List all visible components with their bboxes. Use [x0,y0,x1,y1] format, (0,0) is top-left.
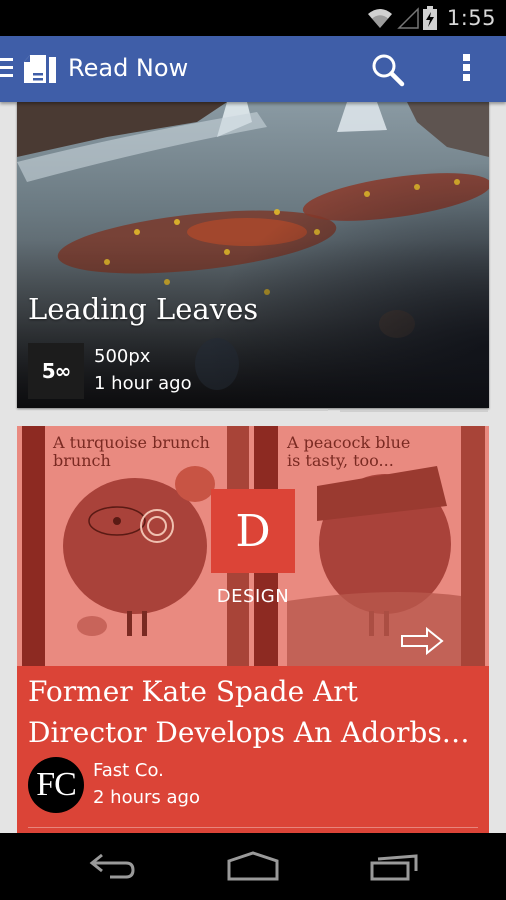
card-stack-edge [340,410,488,412]
screen: 1:55 Read Now Leading Leaves 5∞ 500px 1 … [0,0,506,900]
svg-text:A turquoise brunch: A turquoise brunch [52,433,210,452]
svg-text:is tasty, too...: is tasty, too... [287,451,394,470]
status-icons: 1:55 [367,5,496,31]
article-time: 1 hour ago [94,373,192,394]
page-title: Read Now [68,54,189,82]
category-label[interactable]: DESIGN [17,586,489,607]
article-image-waterfall [17,102,489,408]
cell-signal-icon [397,7,419,29]
article-time: 2 hours ago [93,787,200,808]
source-logo: 5∞ [28,343,84,399]
card-stack-edge [180,409,328,411]
article-title: Leading Leaves [28,292,259,326]
recents-icon[interactable] [370,851,420,881]
newsstand-logo-icon[interactable] [22,53,60,85]
category-badge[interactable]: D [211,489,295,573]
article-card[interactable]: Leading Leaves 5∞ 500px 1 hour ago [17,102,489,408]
app-bar: Read Now [0,36,506,102]
article-image-illustration: A turquoise brunch brunch A peacock blue… [17,426,489,666]
menu-icon[interactable] [0,58,13,80]
back-icon[interactable] [88,851,136,881]
source-logo: FC [28,757,84,813]
article-source: 500px [94,346,151,367]
status-bar: 1:55 [0,0,506,36]
divider [28,827,478,828]
svg-text:A peacock blue: A peacock blue [286,433,410,452]
battery-charging-icon [422,6,437,30]
wifi-icon [367,9,392,28]
overflow-menu-icon[interactable] [460,54,472,84]
svg-text:brunch: brunch [53,451,111,470]
home-icon[interactable] [227,851,279,881]
navigation-bar [0,833,506,900]
article-card[interactable]: A turquoise brunch brunch A peacock blue… [17,426,489,846]
clock: 1:55 [446,6,496,30]
article-card-body: Former Kate Spade Art Director Develops … [17,666,489,846]
article-source: Fast Co. [93,760,164,781]
search-icon[interactable] [370,52,406,88]
article-title: Former Kate Spade Art Director Develops … [28,675,470,749]
